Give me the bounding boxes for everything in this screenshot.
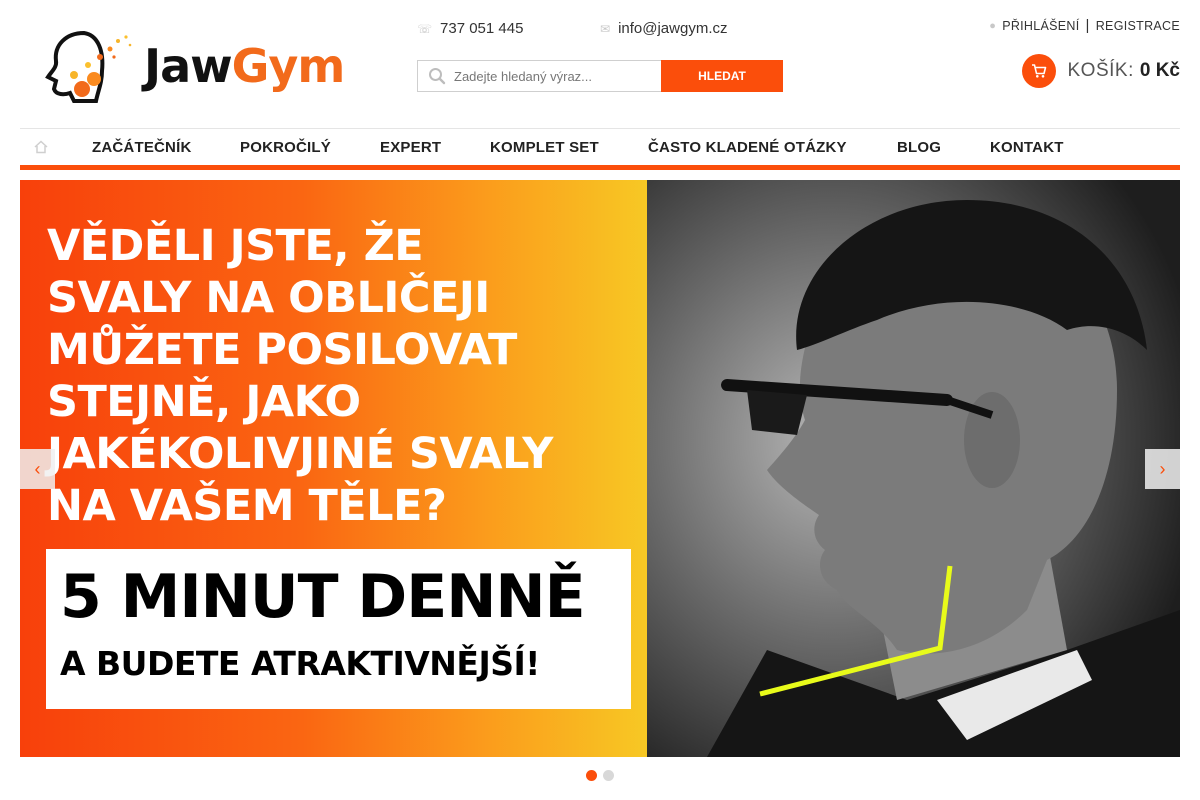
headline-line: STEJNĚ, JAKO bbox=[47, 377, 361, 427]
user-icon: ● bbox=[989, 19, 997, 32]
main-navigation: ZAČÁTEČNÍK POKROČILÝ EXPERT KOMPLET SET … bbox=[20, 128, 1180, 170]
promo-subline: A BUDETE ATRAKTIVNĚJŠÍ! bbox=[60, 644, 540, 683]
nav-item-kontakt[interactable]: KONTAKT bbox=[990, 139, 1064, 156]
header-phone[interactable]: ☏ 737 051 445 bbox=[417, 20, 523, 37]
nav-item-expert[interactable]: EXPERT bbox=[380, 139, 441, 156]
slider-dots bbox=[586, 770, 614, 781]
nav-item-faq[interactable]: ČASTO KLADENÉ OTÁZKY bbox=[648, 139, 847, 156]
slider-next-button[interactable]: › bbox=[1145, 449, 1180, 489]
phone-icon: ☏ bbox=[417, 21, 433, 36]
cart-amount: 0 Kč bbox=[1139, 60, 1180, 81]
search-icon bbox=[429, 68, 446, 85]
phone-number: 737 051 445 bbox=[440, 20, 524, 37]
account-links: ● PŘIHLÁŠENÍ | REGISTRACE bbox=[989, 17, 1180, 34]
slider-dot-2[interactable] bbox=[603, 770, 614, 781]
header-email[interactable]: ✉ info@jawgym.cz bbox=[600, 20, 728, 37]
headline-line: JAKÉKOLIVJINÉ SVALY bbox=[47, 429, 553, 479]
promo-headline: 5 MINUT DENNĚ bbox=[60, 562, 586, 632]
banner-text-panel: VĚDĚLI JSTE, ŽE SVALY NA OBLIČEJI MŮŽETE… bbox=[20, 180, 647, 757]
shopping-cart-icon bbox=[1021, 54, 1056, 88]
login-link[interactable]: PŘIHLÁŠENÍ bbox=[1002, 19, 1079, 33]
site-logo[interactable]: JawGym bbox=[44, 26, 354, 106]
banner-headline: VĚDĚLI JSTE, ŽE SVALY NA OBLIČEJI MŮŽETE… bbox=[47, 220, 647, 532]
head-silhouette-logo-icon bbox=[45, 30, 132, 103]
nav-item-blog[interactable]: BLOG bbox=[897, 139, 941, 156]
chevron-right-icon: › bbox=[1159, 458, 1166, 479]
nav-home[interactable] bbox=[20, 140, 56, 154]
chevron-left-icon: ‹ bbox=[34, 458, 41, 479]
home-icon bbox=[34, 140, 48, 154]
headline-line: SVALY NA OBLIČEJI bbox=[47, 273, 490, 323]
banner-photo bbox=[647, 180, 1180, 757]
search-button[interactable]: HLEDAT bbox=[661, 60, 783, 92]
logo-wordmark: JawGym bbox=[144, 43, 345, 89]
search-input[interactable] bbox=[454, 68, 644, 84]
man-profile-photo bbox=[647, 180, 1180, 757]
nav-item-komplet-set[interactable]: KOMPLET SET bbox=[490, 139, 599, 156]
logo-text-gym: Gym bbox=[231, 39, 346, 93]
email-address: info@jawgym.cz bbox=[618, 20, 728, 37]
cart-summary[interactable]: KOŠÍK: 0 Kč bbox=[1021, 54, 1180, 88]
nav-item-pokrocily[interactable]: POKROČILÝ bbox=[240, 139, 331, 156]
search-field bbox=[417, 60, 661, 92]
search-form: HLEDAT bbox=[417, 60, 783, 92]
promo-box: 5 MINUT DENNĚ A BUDETE ATRAKTIVNĚJŠÍ! bbox=[46, 549, 631, 709]
slider-dot-1[interactable] bbox=[586, 770, 597, 781]
headline-line: VĚDĚLI JSTE, ŽE bbox=[47, 221, 424, 271]
headline-line: MŮŽETE POSILOVAT bbox=[47, 325, 517, 375]
slider-prev-button[interactable]: ‹ bbox=[20, 449, 55, 489]
register-link[interactable]: REGISTRACE bbox=[1096, 19, 1180, 33]
logo-text-jaw: Jaw bbox=[144, 39, 233, 93]
envelope-icon: ✉ bbox=[600, 21, 611, 36]
cart-label: KOŠÍK: bbox=[1067, 60, 1134, 81]
hero-slider[interactable]: VĚDĚLI JSTE, ŽE SVALY NA OBLIČEJI MŮŽETE… bbox=[20, 180, 1180, 757]
nav-item-zacatecnik[interactable]: ZAČÁTEČNÍK bbox=[92, 139, 192, 156]
account-separator: | bbox=[1085, 17, 1090, 34]
headline-line: NA VAŠEM TĚLE? bbox=[47, 481, 447, 531]
